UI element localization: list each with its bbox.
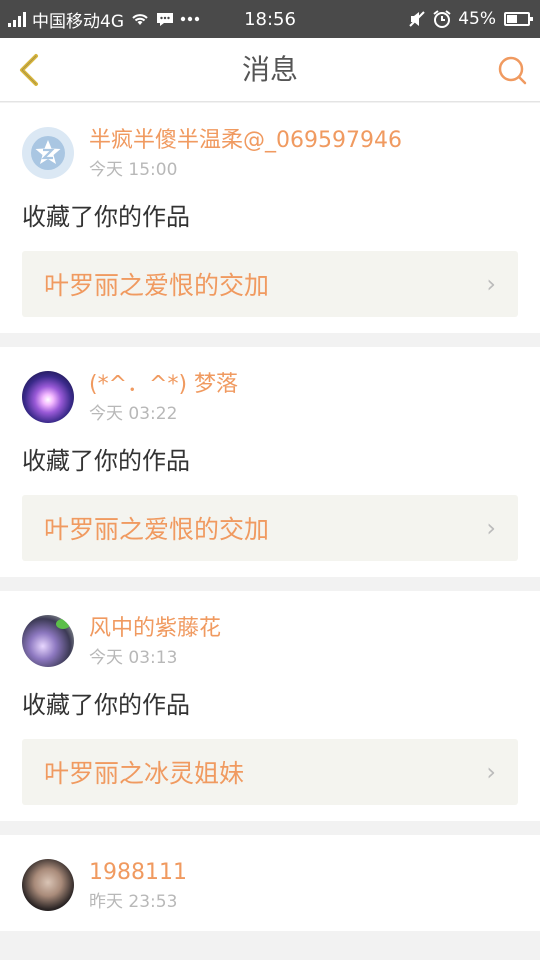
message-card: 风中的紫藤花 今天 03:13 收藏了你的作品 叶罗丽之冰灵姐妹 ›: [0, 591, 540, 821]
alarm-icon: [433, 10, 451, 28]
message-header: (*^．^*) 梦落 今天 03:22: [22, 347, 518, 427]
username[interactable]: 半疯半傻半温柔@_069597946: [89, 127, 518, 155]
status-right: 45%: [408, 9, 533, 29]
message-meta: (*^．^*) 梦落 今天 03:22: [89, 371, 518, 427]
chevron-right-icon: ›: [486, 758, 496, 786]
message-action: 收藏了你的作品: [22, 691, 190, 719]
message-card: 1988111 昨天 23:53: [0, 835, 540, 931]
wifi-icon: [132, 14, 148, 25]
avatar[interactable]: [22, 859, 74, 911]
work-title: 叶罗丽之爱恨的交加: [44, 515, 270, 544]
message-action: 收藏了你的作品: [22, 447, 190, 475]
work-link[interactable]: 叶罗丽之爱恨的交加 ›: [22, 251, 518, 317]
message-action: 收藏了你的作品: [22, 203, 190, 231]
message-meta: 半疯半傻半温柔@_069597946 今天 15:00: [89, 127, 518, 183]
username[interactable]: (*^．^*) 梦落: [89, 371, 518, 399]
status-bar: 中国移动4G 18:56 45%: [0, 0, 540, 38]
message-card: (*^．^*) 梦落 今天 03:22 收藏了你的作品 叶罗丽之爱恨的交加 ›: [0, 347, 540, 577]
work-title: 叶罗丽之爱恨的交加: [44, 271, 270, 300]
message-meta: 风中的紫藤花 今天 03:13: [89, 615, 518, 671]
more-icon: [180, 16, 200, 22]
chevron-right-icon: ›: [486, 270, 496, 298]
message-header: 半疯半傻半温柔@_069597946 今天 15:00: [22, 103, 518, 183]
username[interactable]: 1988111: [89, 859, 518, 887]
message-time: 昨天 23:53: [89, 892, 178, 912]
message-header: 1988111 昨天 23:53: [22, 835, 518, 915]
default-avatar-icon: [31, 136, 65, 170]
signal-icon: [8, 11, 26, 27]
avatar[interactable]: [22, 127, 74, 179]
status-left: 中国移动4G: [8, 7, 200, 32]
work-link[interactable]: 叶罗丽之爱恨的交加 ›: [22, 495, 518, 561]
avatar[interactable]: [22, 371, 74, 423]
battery-percent: 45%: [458, 9, 496, 29]
message-card: 半疯半傻半温柔@_069597946 今天 15:00 收藏了你的作品 叶罗丽之…: [0, 103, 540, 333]
username[interactable]: 风中的紫藤花: [89, 615, 518, 643]
clock: 18:56: [244, 8, 296, 30]
nav-bar: 消息: [0, 38, 540, 102]
message-time: 今天 15:00: [89, 160, 178, 180]
chevron-right-icon: ›: [486, 514, 496, 542]
message-meta: 1988111 昨天 23:53: [89, 859, 518, 915]
search-icon[interactable]: [496, 54, 528, 86]
mute-icon: [409, 11, 425, 27]
work-title: 叶罗丽之冰灵姐妹: [44, 759, 245, 788]
avatar[interactable]: [22, 615, 74, 667]
work-link[interactable]: 叶罗丽之冰灵姐妹 ›: [22, 739, 518, 805]
page-title: 消息: [241, 53, 298, 86]
message-time: 今天 03:22: [89, 404, 178, 424]
carrier-label: 中国移动4G: [32, 11, 124, 32]
battery-icon: [504, 12, 533, 26]
message-header: 风中的紫藤花 今天 03:13: [22, 591, 518, 671]
chat-icon: [157, 13, 173, 26]
message-list: 半疯半傻半温柔@_069597946 今天 15:00 收藏了你的作品 叶罗丽之…: [0, 103, 540, 945]
message-time: 今天 03:13: [89, 648, 178, 668]
